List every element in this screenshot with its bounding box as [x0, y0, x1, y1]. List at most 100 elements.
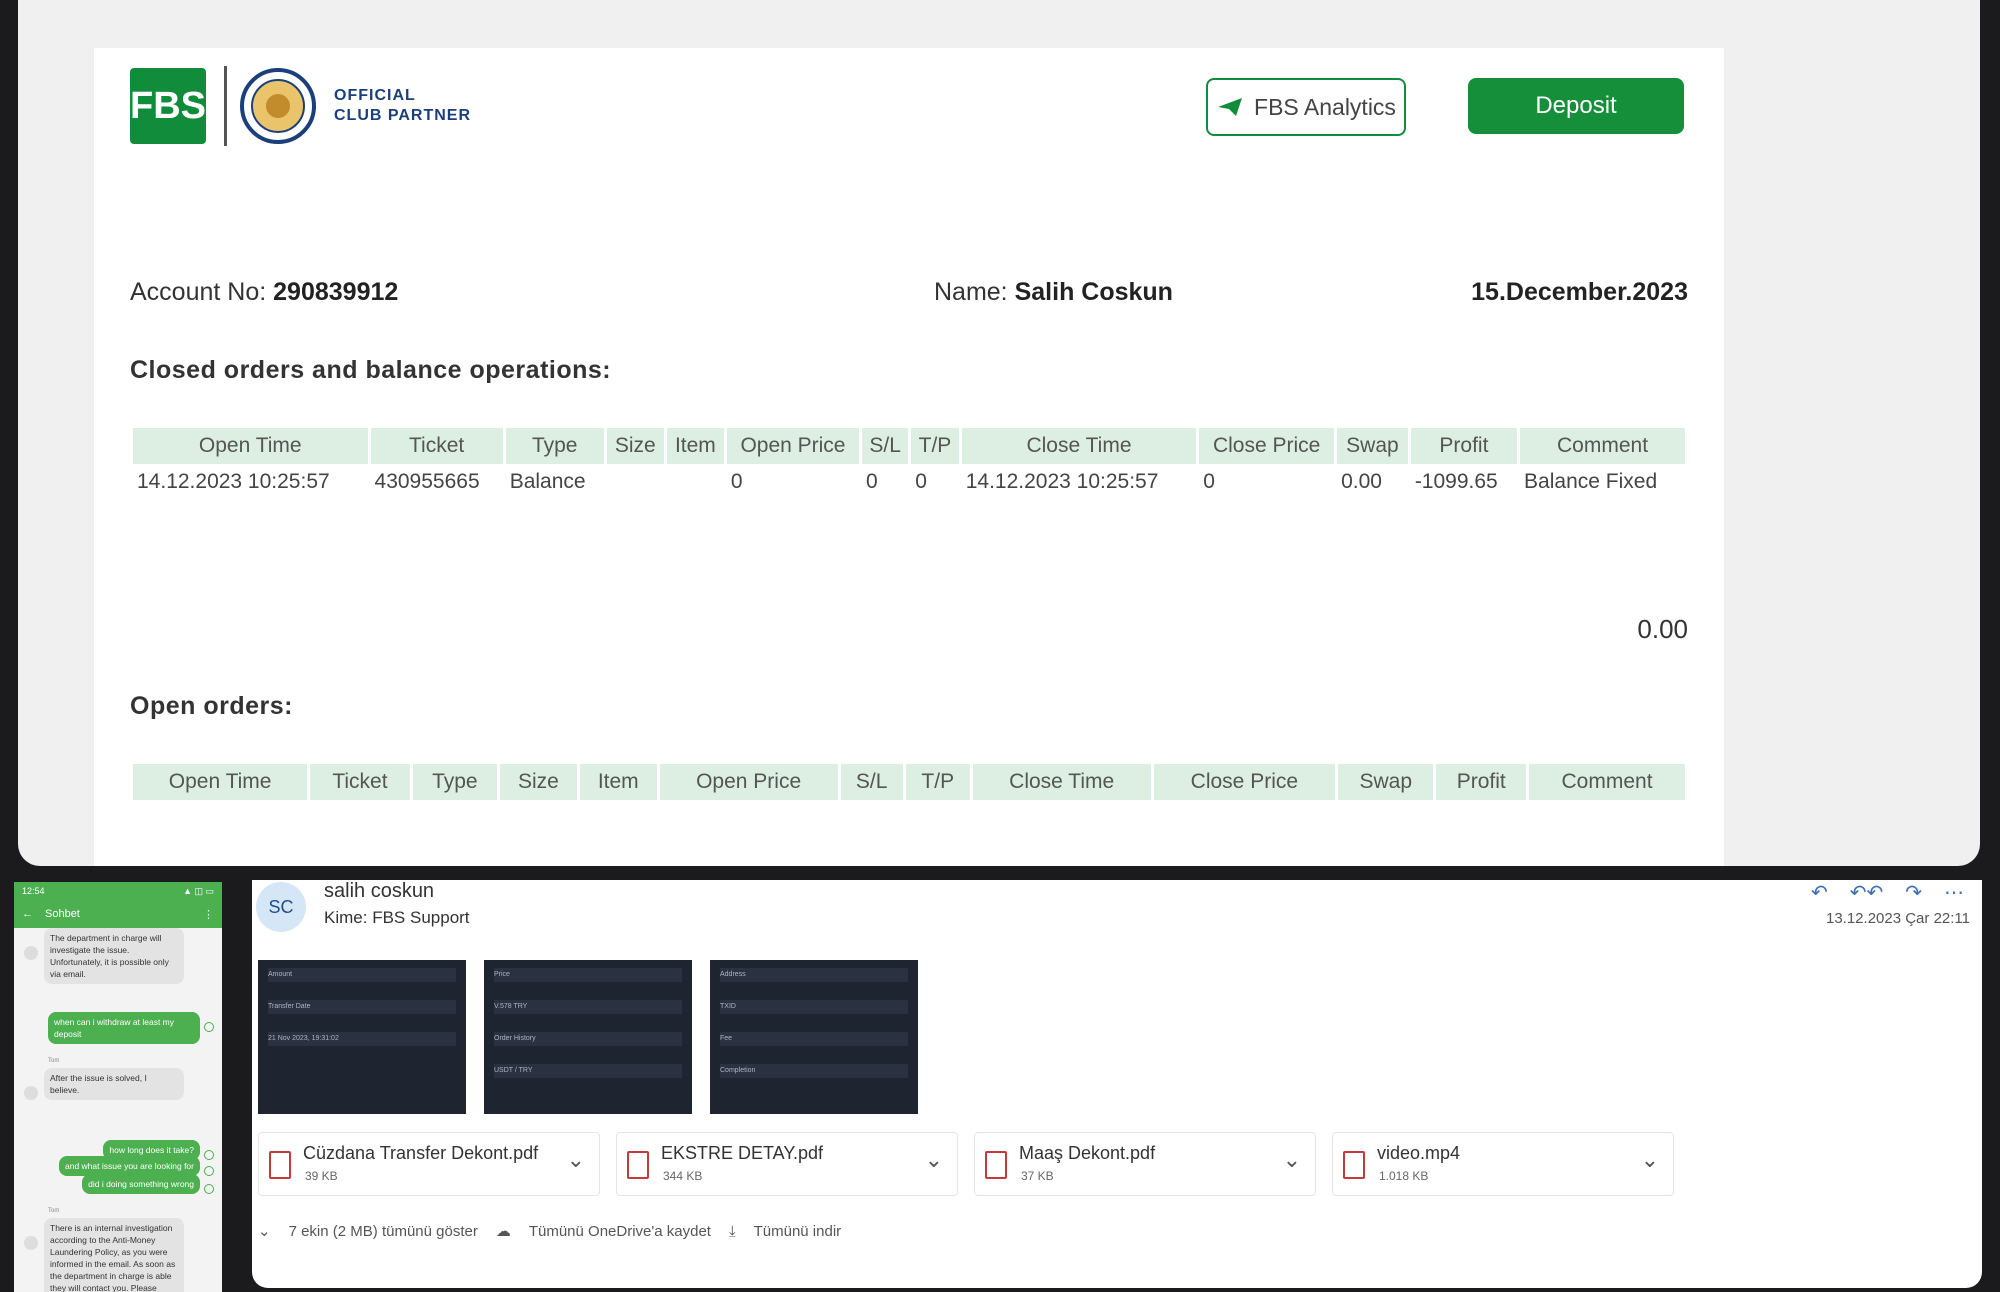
chevron-down-icon[interactable]: ⌄: [925, 1147, 943, 1173]
thumbnail-text: Address: [720, 971, 746, 978]
account-label: Account No:: [130, 278, 267, 306]
column-header: Open Price: [659, 764, 838, 800]
to-value: FBS Support: [372, 908, 470, 927]
partner-text: OFFICIAL CLUB PARTNER: [334, 86, 471, 126]
column-header: Ticket: [310, 764, 410, 800]
email-actions: ↶ ↶↶ ↷ ⋯: [1811, 880, 1964, 905]
fbs-analytics-label: FBS Analytics: [1254, 93, 1396, 120]
thumbnail-text: V.578 TRY: [494, 1003, 528, 1010]
forward-icon[interactable]: ↷: [1905, 880, 1922, 905]
column-header: Open Time: [133, 764, 308, 800]
column-header: Open Time: [133, 428, 368, 464]
column-header: Item: [579, 764, 657, 800]
video-icon: [1343, 1151, 1365, 1179]
chat-sender: Tom: [48, 1058, 60, 1064]
attachment-size: 39 KB: [305, 1169, 338, 1183]
table-row: 14.12.2023 10:25:57 430955665 Balance 0 0 0 14…: [133, 464, 1685, 500]
pdf-icon: [627, 1151, 649, 1179]
account-number: Account No: 290839912: [130, 278, 398, 307]
read-tick-icon: [204, 1166, 214, 1176]
pdf-icon: [985, 1151, 1007, 1179]
agent-avatar: [24, 1086, 38, 1100]
menu-icon[interactable]: ⋮: [203, 908, 214, 921]
to-label: Kime:: [324, 908, 368, 927]
table-cell: [607, 464, 664, 500]
back-arrow-icon[interactable]: ←: [22, 908, 33, 920]
column-header: S/L: [862, 428, 909, 464]
thumbnail-text: Amount: [268, 971, 293, 978]
table-cell: -1099.65: [1414, 470, 1498, 493]
phone-time: 12:54: [22, 886, 45, 896]
table-cell: 14.12.2023 10:25:57: [965, 470, 1159, 493]
thumbnail-field: [268, 968, 456, 982]
partner-line1: OFFICIAL: [334, 87, 416, 104]
deposit-button[interactable]: Deposit: [1468, 78, 1684, 134]
column-header: Type: [505, 428, 604, 464]
column-header: Swap: [1337, 428, 1408, 464]
open-orders-header: Open Time Ticket Type Size Item Open Price S/L…: [133, 764, 1685, 800]
email-footer: ⌄ 7 ekin (2 MB) tümünü göster ☁ Tümünü O…: [258, 1222, 842, 1241]
attachment-item[interactable]: EKSTRE DETAY.pdf 344 KB ⌄: [616, 1132, 958, 1196]
image-thumbnail[interactable]: Price V.578 TRY Order History USDT / TRY: [484, 960, 692, 1114]
column-header: T/P: [911, 428, 959, 464]
chat-messages: The department in charge will investigat…: [14, 928, 222, 1292]
account-value: 290839912: [273, 278, 399, 306]
table-cell: 0: [1203, 470, 1215, 493]
image-thumbnail[interactable]: Amount Transfer Date 21 Nov 2023, 19:31:02: [258, 960, 466, 1114]
sender-name: salih coskun: [324, 880, 435, 902]
column-header: Comment: [1520, 428, 1685, 464]
attachment-size: 344 KB: [663, 1169, 703, 1183]
agent-avatar: [24, 946, 38, 960]
attachment-item[interactable]: Maaş Dekont.pdf 37 KB ⌄: [974, 1132, 1316, 1196]
reply-all-icon[interactable]: ↶↶: [1850, 880, 1884, 905]
fbs-analytics-button[interactable]: FBS Analytics: [1206, 78, 1406, 136]
attachment-item[interactable]: video.mp4 1.018 KB ⌄: [1332, 1132, 1674, 1196]
column-header: Size: [606, 428, 664, 464]
thumbnail-text: Price: [494, 971, 510, 978]
chevron-down-icon[interactable]: ⌄: [567, 1147, 585, 1173]
table-cell: 430955665: [374, 470, 480, 493]
logo-divider: [224, 66, 227, 146]
thumbnail-text: Fee: [720, 1035, 733, 1042]
column-header: Close Price: [1199, 428, 1335, 464]
outgoing-message: did i doing something wrong: [82, 1174, 200, 1194]
incoming-message: The department in charge will investigat…: [44, 928, 184, 984]
closed-orders-title: Closed orders and balance operations:: [130, 356, 612, 384]
pdf-icon: [269, 1151, 291, 1179]
chevron-down-icon[interactable]: ⌄: [1641, 1147, 1659, 1173]
cloud-icon: ☁: [495, 1223, 511, 1240]
table-cell: 14.12.2023 10:25:57: [137, 470, 330, 493]
column-header: S/L: [840, 764, 903, 800]
thumbnail-field: [720, 1032, 908, 1046]
column-header: Profit: [1410, 428, 1518, 464]
attachment-item[interactable]: Cüzdana Transfer Dekont.pdf 39 KB ⌄: [258, 1132, 600, 1196]
show-all-link[interactable]: 7 ekin (2 MB) tümünü göster: [289, 1223, 478, 1240]
table-cell: 0: [866, 470, 878, 493]
thumbnail-field: [720, 968, 908, 982]
name-label: Name:: [934, 278, 1008, 306]
chat-sender: Tom: [48, 1208, 60, 1214]
statement-date: 15.December.2023: [1471, 278, 1688, 307]
phone-chat-screenshot: 12:54 ▲ ◫ ▭ ← Sohbet ⋮ The department in…: [14, 882, 222, 1292]
column-header: Type: [412, 764, 497, 800]
table-cell: 0: [915, 470, 927, 493]
thumbnail-field: [720, 1000, 908, 1014]
outgoing-message: when can i withdraw at least my deposit: [48, 1012, 200, 1044]
attachment-name: EKSTRE DETAY.pdf: [661, 1143, 824, 1163]
download-all-link[interactable]: Tümünü indir: [754, 1223, 842, 1240]
image-thumbnail[interactable]: Address TXID Fee Completion: [710, 960, 918, 1114]
open-orders-title: Open orders:: [130, 692, 293, 720]
reply-icon[interactable]: ↶: [1811, 880, 1828, 905]
chevron-down-icon[interactable]: ⌄: [1283, 1147, 1301, 1173]
table-cell: 0.00: [1341, 470, 1382, 493]
more-icon[interactable]: ⋯: [1944, 880, 1964, 905]
open-orders-table: Open Time Ticket Type Size Item Open Price S/L…: [130, 764, 1688, 800]
read-tick-icon: [204, 1150, 214, 1160]
save-onedrive-link[interactable]: Tümünü OneDrive'a kaydet: [529, 1223, 711, 1240]
phone-status-bar: 12:54 ▲ ◫ ▭: [14, 882, 222, 900]
column-header: Close Time: [961, 428, 1197, 464]
partner-line2: CLUB PARTNER: [334, 107, 472, 124]
name-value: Salih Coskun: [1014, 278, 1173, 306]
statement-window: FBS OFFICIAL CLUB PARTNER FBS Analytics …: [18, 0, 1980, 866]
send-icon: [1218, 98, 1243, 116]
